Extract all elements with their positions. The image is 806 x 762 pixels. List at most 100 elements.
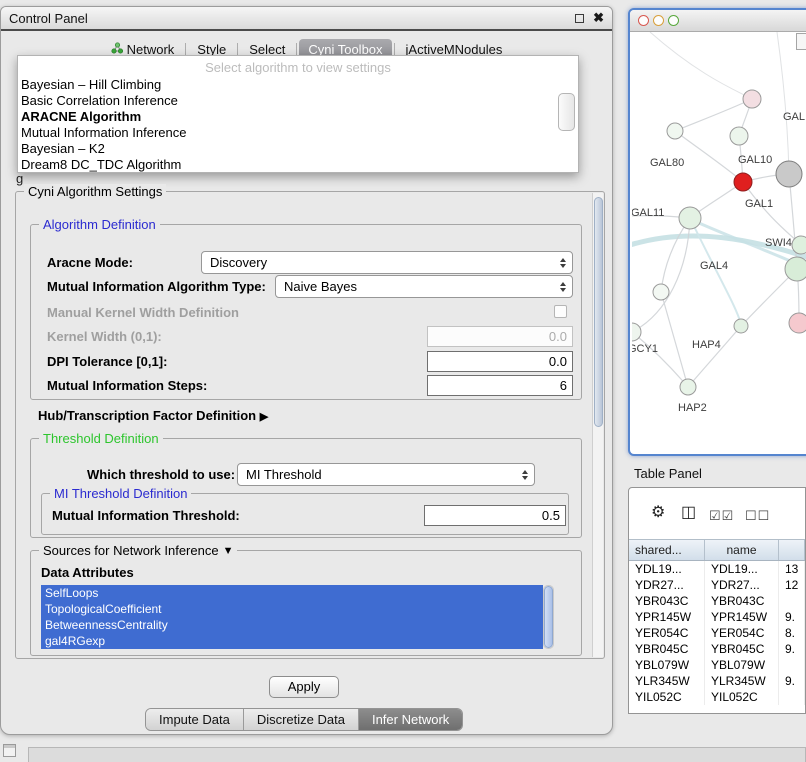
disclosure-right-icon: ▶ — [260, 411, 268, 423]
algorithm-option-mutual-information-inference[interactable]: Mutual Information Inference — [18, 125, 578, 141]
attribute-item-topologicalcoefficient[interactable]: TopologicalCoefficient — [41, 601, 543, 617]
control-panel-titlebar[interactable]: Control Panel ✖ — [1, 7, 612, 31]
minimize-traffic-light[interactable] — [653, 15, 664, 26]
network-window-titlebar[interactable] — [630, 10, 806, 32]
mi-threshold-field[interactable] — [424, 505, 566, 526]
table-row[interactable]: YPR145WYPR145W9. — [629, 609, 805, 625]
select-all-icon[interactable]: ☑☑ — [709, 508, 734, 524]
minimized-window-icon[interactable] — [3, 744, 16, 757]
node-label-gal11: GAL11 — [632, 207, 664, 219]
network-node[interactable] — [730, 127, 748, 145]
algorithm-popup-placeholder: Select algorithm to view settings — [18, 59, 578, 77]
table-cell: YBL079W — [705, 657, 779, 673]
data-attributes-label: Data Attributes — [41, 565, 134, 580]
network-node[interactable] — [785, 257, 806, 281]
table-cell: YLR345W — [705, 673, 779, 689]
mi-type-value: Naive Bayes — [284, 279, 357, 294]
table-row[interactable]: YDR27...YDR27...12 — [629, 577, 805, 593]
obscured-text-fragment: g — [16, 171, 23, 186]
algorithm-popup: Select algorithm to view settings Bayesi… — [17, 55, 579, 173]
table-cell: YPR145W — [705, 609, 779, 625]
network-node[interactable] — [734, 319, 748, 333]
popup-scrollbar-thumb[interactable] — [558, 93, 575, 131]
tab-separator — [237, 43, 238, 56]
network-node[interactable] — [789, 313, 806, 333]
gear-icon[interactable]: ⚙ — [651, 505, 665, 521]
settings-scrollbar-thumb[interactable] — [594, 197, 603, 427]
table-row[interactable]: YIL052CYIL052C — [629, 689, 805, 705]
control-panel-window: Control Panel ✖ NetworkStyleSelectCyni T… — [0, 6, 613, 735]
attribute-item-selfloops[interactable]: SelfLoops — [41, 585, 543, 601]
aracne-mode-select[interactable]: Discovery — [201, 251, 573, 274]
bottom-tab-infer-network[interactable]: Infer Network — [359, 709, 462, 730]
column-header[interactable]: shared... — [629, 540, 705, 560]
dpi-tolerance-field[interactable] — [427, 351, 573, 372]
algorithm-option-aracne-algorithm[interactable]: ARACNE Algorithm — [18, 109, 578, 125]
columns-icon[interactable]: ◫ — [681, 505, 696, 521]
kernel-width-field[interactable] — [427, 326, 573, 347]
column-header[interactable] — [779, 540, 805, 560]
table-cell: YLR345W — [629, 673, 705, 689]
network-node[interactable] — [679, 207, 701, 229]
node-label-gal80: GAL80 — [650, 157, 684, 169]
network-node[interactable] — [653, 284, 669, 300]
network-node[interactable] — [667, 123, 683, 139]
desktop: Control Panel ✖ NetworkStyleSelectCyni T… — [0, 0, 806, 762]
disclosure-down-icon: ▼ — [223, 545, 234, 557]
algorithm-option-bayesian-hill-climbing[interactable]: Bayesian – Hill Climbing — [18, 77, 578, 93]
network-node[interactable] — [776, 161, 802, 187]
attribute-item-gal4rgexp[interactable]: gal4RGexp — [41, 633, 543, 649]
mi-threshold-group: MI Threshold Definition Mutual Informati… — [41, 493, 569, 535]
manual-kernel-checkbox[interactable] — [554, 305, 567, 318]
table-cell: YIL052C — [705, 689, 779, 705]
table-row[interactable]: YBL079WYBL079W — [629, 657, 805, 673]
control-panel-title: Control Panel — [9, 11, 88, 26]
table-cell: YDR27... — [629, 577, 705, 593]
attribute-item-betweennesscentrality[interactable]: BetweennessCentrality — [41, 617, 543, 633]
attributes-scrollbar-thumb[interactable] — [544, 586, 553, 648]
algorithm-option-bayesian-k2[interactable]: Bayesian – K2 — [18, 141, 578, 157]
dpi-tolerance-label: DPI Tolerance [0,1]: — [47, 354, 167, 369]
network-node[interactable] — [734, 173, 752, 191]
bottom-tab-discretize-data[interactable]: Discretize Data — [244, 709, 359, 730]
bottom-tab-impute-data[interactable]: Impute Data — [146, 709, 244, 730]
column-header[interactable]: name — [705, 540, 779, 560]
zoom-traffic-light[interactable] — [668, 15, 679, 26]
attributes-scrollbar[interactable] — [543, 585, 554, 649]
table-row[interactable]: YER054CYER054C8. — [629, 625, 805, 641]
mi-type-select[interactable]: Naive Bayes — [275, 275, 573, 298]
algorithm-option-dream8-dc-tdc-algorithm[interactable]: Dream8 DC_TDC Algorithm — [18, 157, 578, 173]
algorithm-option-basic-correlation-inference[interactable]: Basic Correlation Inference — [18, 93, 578, 109]
algorithm-popup-list: Bayesian – Hill ClimbingBasic Correlatio… — [18, 77, 578, 173]
network-edge — [688, 326, 741, 387]
mi-steps-field[interactable] — [427, 375, 573, 396]
table-row[interactable]: YLR345WYLR345W9. — [629, 673, 805, 689]
sources-group: Sources for Network Inference ▼ Data Att… — [30, 550, 582, 656]
table-panel-title: Table Panel — [634, 466, 702, 481]
bottom-strip — [28, 747, 806, 762]
table-row[interactable]: YBR045CYBR045C9. — [629, 641, 805, 657]
sources-title[interactable]: Sources for Network Inference ▼ — [39, 543, 237, 558]
settings-group-title: Cyni Algorithm Settings — [24, 184, 166, 199]
network-svg[interactable]: GALGAL80GAL10GAL11GAL1SWI4GAL4GCY1HAP4HA… — [632, 32, 806, 454]
which-threshold-select[interactable]: MI Threshold — [237, 463, 535, 486]
node-label-gal4: GAL4 — [700, 260, 728, 272]
float-window-icon[interactable] — [575, 14, 584, 23]
tab-separator — [394, 43, 395, 56]
hub-definition-toggle[interactable]: Hub/Transcription Factor Definition ▶ — [38, 408, 268, 423]
settings-scrollbar[interactable] — [592, 193, 603, 657]
node-label-swi4: SWI4 — [765, 237, 792, 249]
apply-button[interactable]: Apply — [269, 676, 339, 698]
table-row[interactable]: YBR043CYBR043C — [629, 593, 805, 609]
close-traffic-light[interactable] — [638, 15, 649, 26]
network-scroll-corner[interactable] — [796, 33, 806, 50]
table-row[interactable]: YDL19...YDL19...13 — [629, 561, 805, 577]
network-node[interactable] — [680, 379, 696, 395]
network-edge — [777, 32, 789, 174]
close-icon[interactable]: ✖ — [593, 13, 604, 23]
table-cell: YDR27... — [705, 577, 779, 593]
network-node[interactable] — [743, 90, 761, 108]
table-cell — [779, 593, 805, 609]
network-node[interactable] — [792, 236, 806, 254]
deselect-all-icon[interactable]: ☐☐ — [745, 508, 770, 524]
